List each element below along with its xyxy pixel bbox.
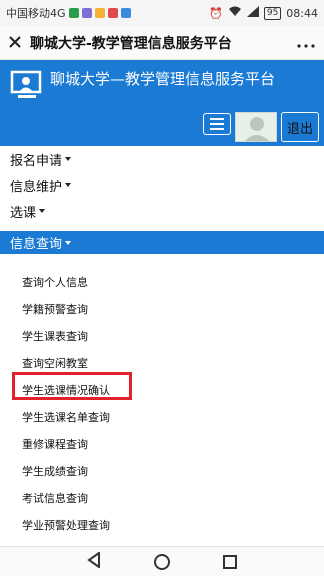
status-left: 中国移动4G [6,5,209,21]
nav-item-info-maintenance[interactable]: 信息维护 [0,172,324,198]
nav-item-label: 选课 [10,205,37,221]
site-header: 聊城大学—教学管理信息服务平台 退出 [0,60,324,146]
caret-down-icon [65,157,72,161]
status-right: ⏰ 95 08:44 [209,6,318,20]
hamburger-icon [210,118,224,120]
wifi-icon [228,6,242,20]
hamburger-icon [210,128,224,130]
nav-item-info-query[interactable]: 信息查询 [0,231,324,254]
page-title: 聊城大学-教学管理信息服务平台 [30,35,232,52]
highlight-annotation-box [12,372,132,400]
submenu-item[interactable]: 学生成绩查询 [0,457,324,484]
nav-item-label: 报名申请 [10,153,63,169]
site-title: 聊城大学—教学管理信息服务平台 [50,70,276,88]
nav-item-label: 信息维护 [10,179,63,195]
app-notification-icon [94,8,105,18]
info-query-submenu: 查询个人信息 学籍预警查询 学生课表查询 查询空闲教室 学生选课情况确认 学生选… [0,268,324,538]
close-icon[interactable] [0,33,30,53]
system-nav-bar [0,546,324,576]
caret-down-icon [65,183,72,187]
submenu-item[interactable]: 查询个人信息 [0,268,324,295]
caret-down-icon [39,209,46,213]
alarm-icon: ⏰ [209,6,223,20]
signal-icon [246,6,259,20]
home-icon[interactable] [153,553,170,570]
hamburger-icon [210,123,224,125]
submenu-item[interactable]: 考试信息查询 [0,484,324,511]
logo-icon [10,70,44,100]
recents-icon[interactable] [223,554,238,569]
app-notification-icon [107,8,118,18]
exit-button[interactable]: 退出 [281,112,319,142]
nav-item-course-selection[interactable]: 选课 [0,198,324,224]
submenu-item[interactable]: 学生选课名单查询 [0,403,324,430]
more-icon[interactable] [288,32,324,53]
nav-item-registration[interactable]: 报名申请 [0,146,324,172]
submenu-item[interactable]: 重修课程查询 [0,430,324,457]
back-icon[interactable] [86,550,101,572]
main-nav: 报名申请 信息维护 选课 信息查询 [0,146,324,254]
app-notification-icon [120,8,131,18]
caret-down-icon [65,240,72,245]
battery-indicator: 95 [263,6,282,20]
submenu-item[interactable]: 学籍预警查询 [0,295,324,322]
hamburger-menu-button[interactable] [203,113,231,135]
app-notification-icon [81,8,92,18]
nav-item-label: 信息查询 [10,237,63,252]
wechat-notification-icon [68,8,79,18]
clock: 08:44 [286,6,318,20]
browser-title-bar: 聊城大学-教学管理信息服务平台 [0,26,324,60]
status-bar: 中国移动4G ⏰ 95 08:44 [0,0,324,26]
submenu-item[interactable]: 学业预警处理查询 [0,511,324,538]
carrier-label: 中国移动4G [6,7,66,20]
avatar[interactable] [235,112,277,142]
submenu-item[interactable]: 学生课表查询 [0,322,324,349]
